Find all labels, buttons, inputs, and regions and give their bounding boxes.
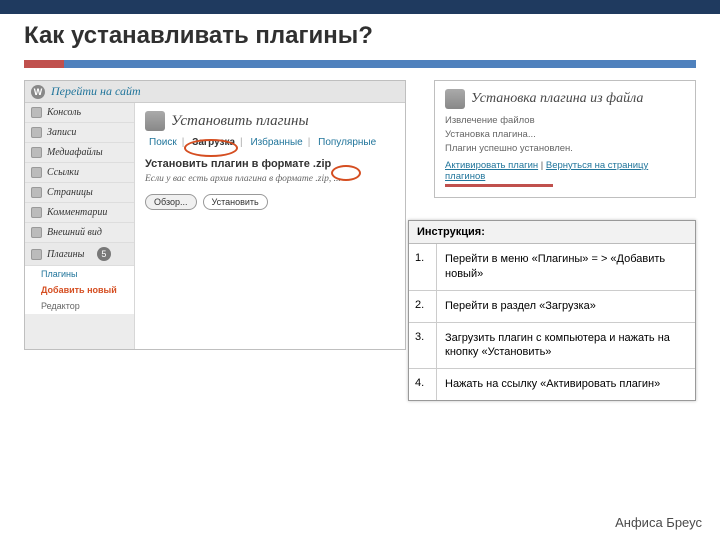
tab-featured[interactable]: Избранные [246,137,306,148]
wp-sidebar: Консоль Записи Медиафайлы Ссылки Страниц… [25,103,135,349]
instruction-heading: Инструкция: [409,221,695,244]
instruction-text: Перейти в меню «Плагины» = > «Добавить н… [437,244,695,290]
sidebar-item-appearance[interactable]: Внешний вид [25,223,134,243]
plugins-sub-plugins[interactable]: Плагины [25,266,134,282]
instruction-text: Перейти в раздел «Загрузка» [437,291,695,322]
wp-topbar: W Перейти на сайт [25,81,405,103]
plugins-sub-editor[interactable]: Редактор [25,298,134,314]
instruction-row: 4. Нажать на ссылку «Активировать плагин… [409,369,695,400]
appearance-icon [31,227,42,238]
install-tabs: Поиск| Загрузка| Избранные| Популярные [145,137,395,148]
sidebar-item-pages[interactable]: Страницы [25,183,134,203]
activate-line2: Установка плагина... [445,129,685,140]
panel1-body: Консоль Записи Медиафайлы Ссылки Страниц… [25,103,405,349]
instruction-row: 3. Загрузить плагин с компьютера и нажат… [409,323,695,370]
sidebar-item-posts[interactable]: Записи [25,123,134,143]
stage: W Перейти на сайт Консоль Записи Медиафа… [24,80,696,480]
install-heading-row: Установить плагины [145,111,395,131]
sidebar-item-comments[interactable]: Комментарии [25,203,134,223]
plugins-update-badge: 5 [97,247,111,261]
install-buttons: Обзор... Установить [145,194,395,210]
activate-links: Активировать плагин | Вернуться на стран… [445,160,685,182]
activate-line3: Плагин успешно установлен. [445,143,685,154]
media-icon [31,147,42,158]
instruction-text: Нажать на ссылку «Активировать плагин» [437,369,695,400]
activate-line1: Извлечение файлов [445,115,685,126]
tab-popular[interactable]: Популярные [314,137,380,148]
wp-main-install: Установить плагины Поиск| Загрузка| Избр… [135,103,405,349]
activate-heading-row: Установка плагина из файла [445,89,685,109]
sidebar-item-label: Записи [47,127,76,138]
instruction-row: 2. Перейти в раздел «Загрузка» [409,291,695,323]
instruction-text: Загрузить плагин с компьютера и нажать н… [437,323,695,369]
sidebar-item-label: Консоль [47,107,81,118]
install-button[interactable]: Установить [203,194,268,210]
sidebar-item-label: Комментарии [47,207,107,218]
title-wrap: Как устанавливать плагины? [0,14,720,60]
activate-heading: Установка плагина из файла [471,91,643,107]
sidebar-item-label: Страницы [47,187,93,198]
slide-topbar [0,0,720,14]
plug-icon [445,89,465,109]
home-icon [31,107,42,118]
instruction-box: Инструкция: 1. Перейти в меню «Плагины» … [408,220,696,401]
pin-icon [31,127,42,138]
sidebar-item-label: Ссылки [47,167,79,178]
sidebar-item-plugins[interactable]: Плагины 5 [25,243,134,266]
plug-icon [145,111,165,131]
annotation-circle-upload-tab [184,139,238,157]
sidebar-item-links[interactable]: Ссылки [25,163,134,183]
browse-button[interactable]: Обзор... [145,194,197,210]
instruction-number: 1. [409,244,437,290]
sidebar-item-label: Внешний вид [47,227,102,238]
plugin-icon [31,249,42,260]
wp-logo-icon: W [31,85,45,99]
sidebar-item-media[interactable]: Медиафайлы [25,143,134,163]
annotation-circle-zip [331,165,361,181]
sidebar-item-label: Плагины [47,249,84,260]
sidebar-item-console[interactable]: Консоль [25,103,134,123]
install-heading: Установить плагины [171,113,309,130]
footer-author: Анфиса Бреус [615,515,702,530]
page-icon [31,187,42,198]
wp-install-panel: W Перейти на сайт Консоль Записи Медиафа… [24,80,406,350]
wp-site-link[interactable]: Перейти на сайт [51,84,141,99]
annotation-underline-activate [445,184,553,187]
accent-blue [64,60,696,68]
plugins-sub-add-new[interactable]: Добавить новый [25,282,134,298]
instruction-number: 3. [409,323,437,369]
activate-plugin-link[interactable]: Активировать плагин [445,160,538,171]
slide-title: Как устанавливать плагины? [24,22,696,50]
link-separator: | [538,160,546,171]
sidebar-item-label: Медиафайлы [47,147,103,158]
comment-icon [31,207,42,218]
tab-search[interactable]: Поиск [145,137,181,148]
accent-bar [24,60,696,68]
link-icon [31,167,42,178]
instruction-number: 2. [409,291,437,322]
accent-red [24,60,64,68]
wp-activate-panel: Установка плагина из файла Извлечение фа… [434,80,696,198]
instruction-number: 4. [409,369,437,400]
instruction-row: 1. Перейти в меню «Плагины» = > «Добавит… [409,244,695,291]
